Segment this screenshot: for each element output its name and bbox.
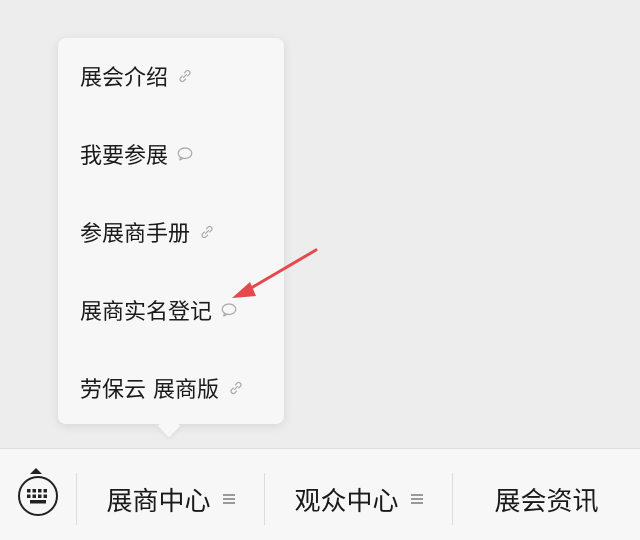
submenu-menu-icon [410,493,423,505]
submenu-item-exhibition-intro[interactable]: 展会介绍 [80,56,194,96]
submenu-item-exhibitor-manual[interactable]: 参展商手册 [80,212,216,252]
chat-screen: 展会介绍 我要参展 参展商手册 展商实名登记 劳保云 展商版 展商中心 观众中心… [0,0,640,540]
submenu-item-apply-exhibit[interactable]: 我要参展 [80,134,194,174]
tab-visitor-center[interactable]: 观众中心 [265,473,452,525]
submenu-item-laobaoyun-exhibitor[interactable]: 劳保云 展商版 [80,368,245,408]
chat-bubble-icon [220,301,238,319]
bottom-menu-bar: 展商中心 观众中心 展会资讯 [0,448,640,540]
submenu-item-label: 展会介绍 [80,66,169,91]
tab-label: 展会资讯 [494,486,599,517]
submenu-popup: 展会介绍 我要参展 参展商手册 展商实名登记 劳保云 展商版 [58,38,284,424]
keyboard-icon [18,476,58,516]
submenu-item-exhibitor-registration[interactable]: 展商实名登记 [80,290,238,330]
submenu-item-label: 劳保云 展商版 [80,378,219,403]
chat-bubble-icon [176,145,194,163]
tab-exhibitor-center[interactable]: 展商中心 [77,473,264,525]
submenu-item-label: 我要参展 [80,144,169,169]
tab-exhibition-news[interactable]: 展会资讯 [453,473,640,525]
submenu-item-label: 展商实名登记 [80,300,213,325]
link-icon [176,67,194,85]
link-icon [198,223,216,241]
submenu-item-label: 参展商手册 [80,222,191,247]
link-icon [227,379,245,397]
tab-label: 展商中心 [106,486,211,517]
tab-label: 观众中心 [294,486,399,517]
keyboard-toggle-button[interactable] [16,474,60,518]
submenu-menu-icon [222,493,235,505]
